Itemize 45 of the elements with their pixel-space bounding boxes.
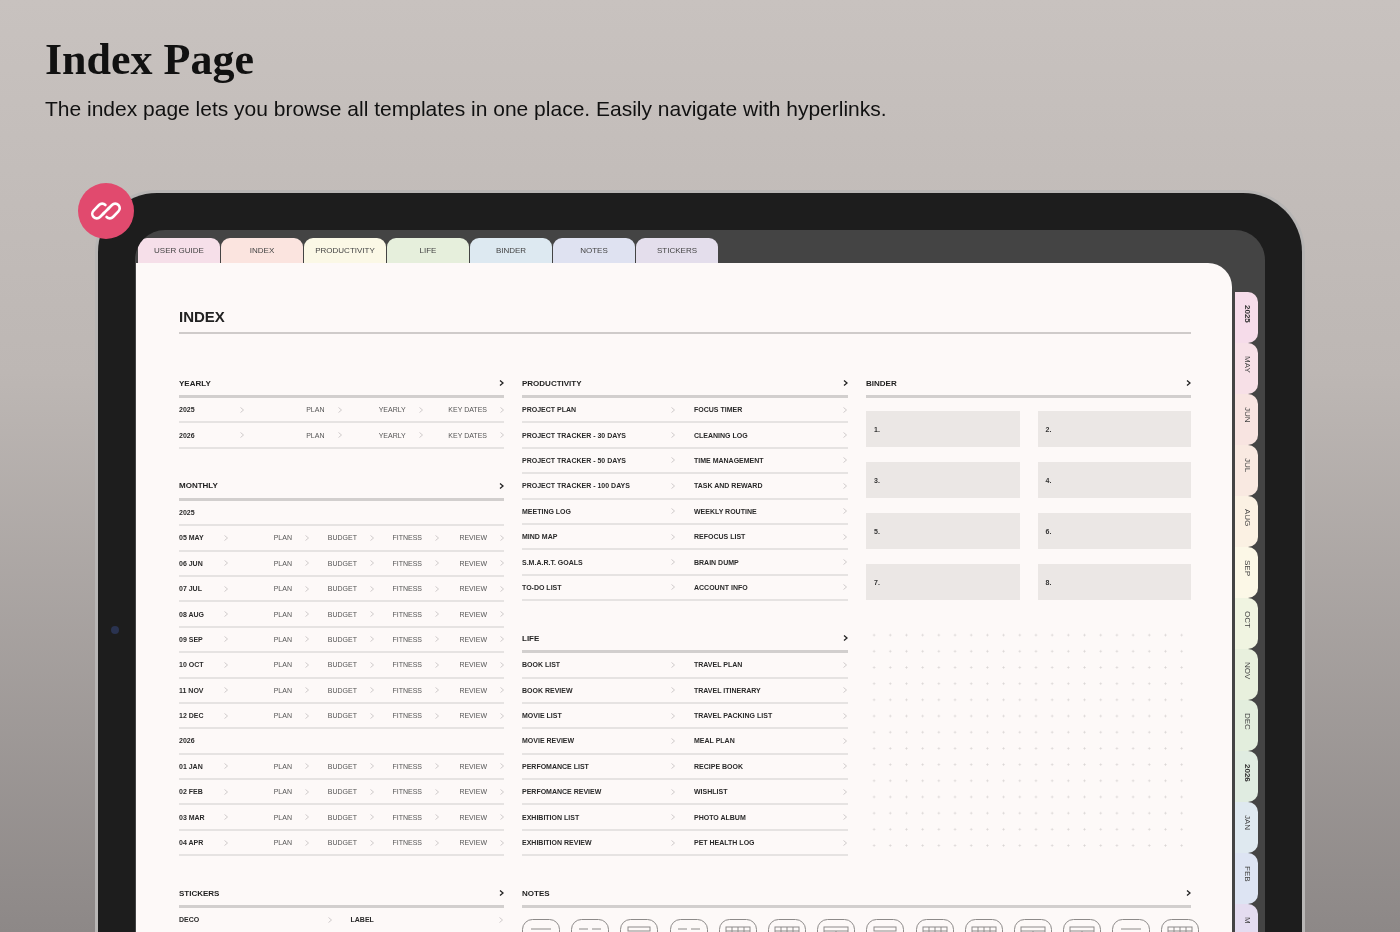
side-tab[interactable]: JAN <box>1235 802 1258 853</box>
page-heading: Index Page <box>45 36 254 84</box>
section-title: STICKERS <box>179 888 220 898</box>
side-tab[interactable]: JUL <box>1235 445 1258 496</box>
chevron-icon <box>418 432 423 439</box>
chevron-icon <box>843 380 848 386</box>
page-title: INDEX <box>179 307 225 325</box>
section-tab[interactable]: NOTES <box>553 238 635 263</box>
section-tab[interactable]: USER GUIDE <box>138 238 220 263</box>
chevron-icon <box>327 916 332 923</box>
chevron-icon <box>499 380 504 386</box>
chevron-icon <box>240 406 245 413</box>
side-tab[interactable]: FEB <box>1235 853 1258 904</box>
chevron-icon <box>337 406 342 413</box>
side-tab[interactable]: 2026 <box>1235 751 1258 802</box>
side-tab[interactable]: SEP <box>1235 547 1258 598</box>
section-tab[interactable]: STICKERS <box>636 238 718 263</box>
section-tab[interactable]: BINDER <box>470 238 552 263</box>
chevron-icon <box>1186 890 1191 897</box>
side-tab[interactable]: MAY <box>1235 343 1258 394</box>
chevron-icon <box>240 432 245 439</box>
section-title: NOTES <box>522 888 550 898</box>
section-title: PRODUCTIVITY <box>522 378 582 388</box>
page-subtitle: The index page lets you browse all templates in one place. Easily navigate with hyperlinks. <box>45 96 887 122</box>
side-tab[interactable]: DEC <box>1235 700 1258 751</box>
side-tab[interactable]: NOV <box>1235 649 1258 700</box>
section-title: YEARLY <box>179 378 211 388</box>
side-tab[interactable]: 2025 <box>1235 292 1258 343</box>
chevron-icon <box>418 406 423 413</box>
camera-icon <box>111 626 119 634</box>
section-title: LIFE <box>522 633 540 643</box>
side-tab[interactable]: OCT <box>1235 598 1258 649</box>
chevron-icon <box>499 890 504 897</box>
side-tab[interactable]: AUG <box>1235 496 1258 547</box>
section-tab[interactable]: PRODUCTIVITY <box>304 238 386 263</box>
section-title: MONTHLY <box>179 481 218 491</box>
section-tab[interactable]: LIFE <box>387 238 469 263</box>
side-tab[interactable]: M <box>1235 904 1258 932</box>
chevron-icon <box>499 482 504 489</box>
section-tab[interactable]: INDEX <box>221 238 303 263</box>
side-tab[interactable]: JUN <box>1235 394 1258 445</box>
section-title: BINDER <box>866 378 897 388</box>
chevron-icon <box>337 432 342 439</box>
chevron-icon <box>1186 380 1191 386</box>
chevron-icon <box>843 635 848 642</box>
